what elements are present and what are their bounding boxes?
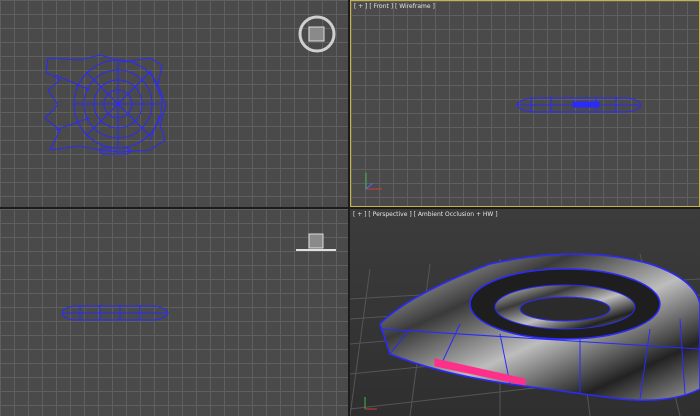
front-viewport[interactable]: [ + ] [ Front ] [ Wireframe ] — [350, 0, 700, 207]
perspective-scene — [350, 253, 700, 416]
viewport-layout: [ + ] [ Front ] [ Wireframe ] [+] [Pe… — [0, 0, 700, 416]
perspective-viewport[interactable]: [ + ] [ Perspective ] [ Ambient Occlusio… — [350, 209, 700, 416]
top-viewport[interactable] — [0, 0, 348, 207]
axis-gizmo-icon — [365, 173, 382, 190]
left-viewport[interactable] — [0, 209, 348, 416]
front-wireframe — [365, 97, 642, 190]
viewcube-icon[interactable] — [0, 209, 348, 416]
viewport-divider-horizontal[interactable] — [0, 207, 700, 209]
viewcube-icon[interactable] — [0, 0, 348, 207]
